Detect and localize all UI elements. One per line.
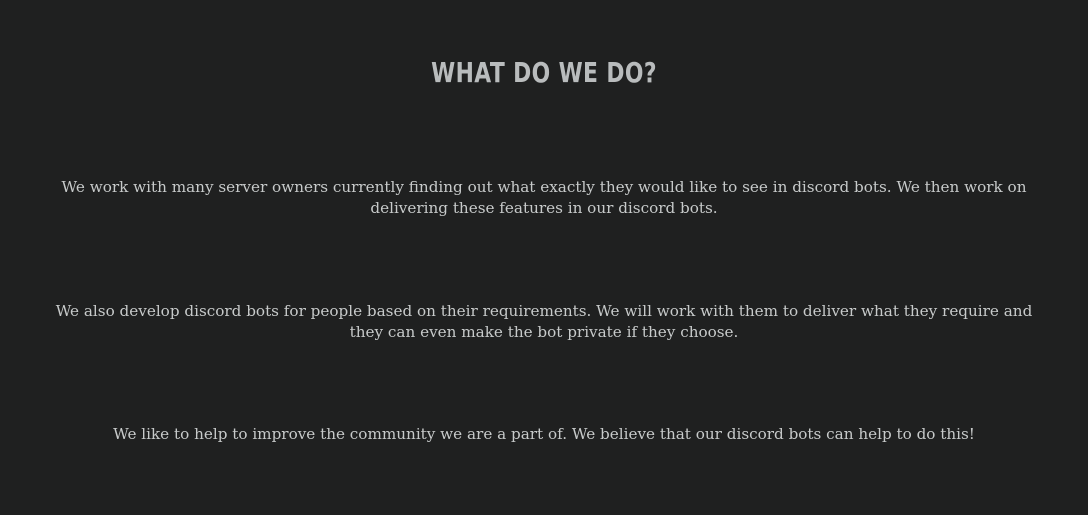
paragraph-custom-bots: We also develop discord bots for people … bbox=[55, 302, 1033, 341]
section-title: WHAT DO WE DO? bbox=[431, 56, 657, 89]
paragraph-server-owners: We work with many server owners currentl… bbox=[61, 178, 1027, 217]
paragraph-community: We like to help to improve the community… bbox=[113, 425, 975, 443]
what-we-do-section: WHAT DO WE DO? We work with many server … bbox=[0, 0, 1088, 515]
